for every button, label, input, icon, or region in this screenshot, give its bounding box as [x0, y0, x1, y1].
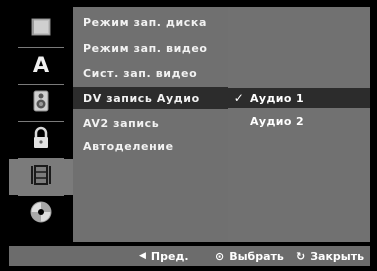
film-icon [29, 163, 53, 191]
enter-button-icon: ⊙ [215, 249, 225, 263]
menu-item-label: Режим зап. диска [83, 15, 208, 29]
hint-close[interactable]: ↻ Закрыть [296, 246, 364, 266]
option-audio-1[interactable]: ✓ Аудио 1 [228, 88, 370, 108]
menu-item-label: Автоделение [83, 139, 174, 153]
menu-item-disc-record-mode[interactable]: Режим зап. диска [73, 11, 228, 33]
language-a-icon: A [29, 52, 53, 80]
category-audio[interactable] [9, 85, 73, 122]
hint-select-label: Выбрать [229, 249, 284, 263]
setup-menu-screen: A Режим зап. диска Режим зап. видео Сист… [0, 0, 377, 271]
menu-item-label: DV запись Аудио [83, 91, 200, 105]
category-disc-settings[interactable] [9, 196, 73, 232]
option-audio-2[interactable]: Аудио 2 [228, 111, 370, 131]
left-arrow-icon: ◀ [139, 251, 146, 261]
hint-previous[interactable]: ◀ Пред. [139, 246, 189, 266]
menu-item-av2-record[interactable]: AV2 запись [73, 112, 228, 134]
svg-text:A: A [33, 53, 50, 76]
options-panel: ✓ Аудио 1 Аудио 2 [228, 7, 370, 242]
category-language[interactable]: A [9, 48, 73, 85]
checkmark-icon: ✓ [233, 91, 245, 105]
hint-previous-label: Пред. [150, 249, 189, 263]
menu-item-label: Сист. зап. видео [83, 66, 198, 80]
menu-item-auto-chapter[interactable]: Автоделение [73, 135, 228, 157]
settings-menu: Режим зап. диска Режим зап. видео Сист. … [73, 7, 228, 242]
hint-close-label: Закрыть [310, 249, 365, 263]
menu-item-dv-record-audio[interactable]: DV запись Аудио [73, 87, 228, 109]
speaker-icon [29, 89, 53, 117]
menu-item-label: AV2 запись [83, 116, 160, 130]
category-lock[interactable] [9, 122, 73, 159]
category-recording[interactable] [9, 159, 73, 196]
menu-item-label: Режим зап. видео [83, 41, 208, 55]
menu-item-video-record-mode[interactable]: Режим зап. видео [73, 37, 228, 59]
button-hint-bar: ◀ Пред. ⊙ Выбрать ↻ Закрыть [9, 246, 370, 266]
category-disc[interactable] [9, 11, 73, 48]
lock-icon [29, 126, 53, 154]
menu-item-video-record-system[interactable]: Сист. зап. видео [73, 62, 228, 84]
option-label: Аудио 2 [250, 114, 305, 128]
return-icon: ↻ [296, 249, 306, 263]
option-label: Аудио 1 [250, 91, 305, 105]
dvd-disc-icon [29, 200, 53, 228]
category-sidebar: A [9, 7, 73, 242]
hint-select[interactable]: ⊙ Выбрать [215, 246, 284, 266]
disc-icon [29, 16, 53, 42]
